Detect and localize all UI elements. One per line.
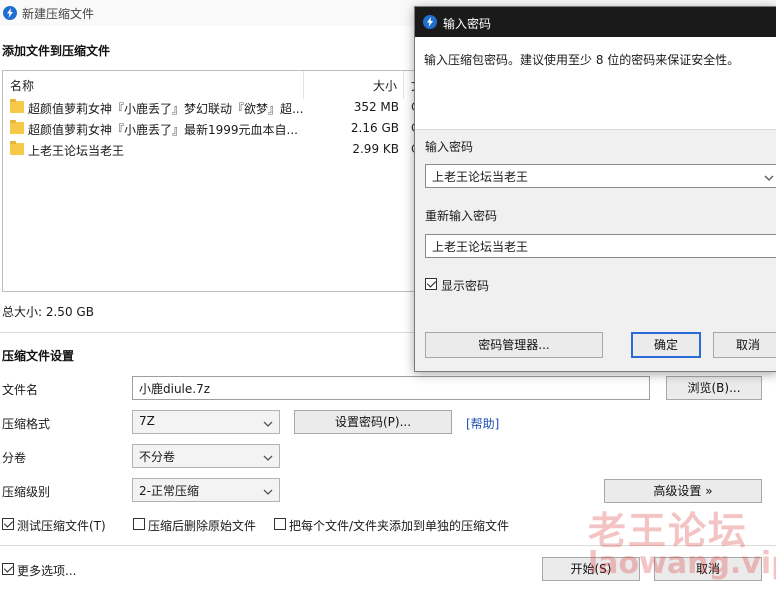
delete-source-label[interactable]: 压缩后删除原始文件: [148, 517, 256, 534]
file-row[interactable]: 超颜值萝莉女神『小鹿丢了』梦幻联动『欲梦』超... 352 MB C: [3, 97, 423, 119]
enter-password-input[interactable]: 上老王论坛当老王: [425, 164, 776, 188]
set-password-button[interactable]: 设置密码(P)...: [294, 410, 452, 434]
column-header-size[interactable]: 大小: [373, 77, 397, 94]
app-icon: [3, 6, 17, 20]
main-window-title: 新建压缩文件: [22, 7, 95, 21]
format-label: 压缩格式: [2, 417, 51, 431]
more-options-checkbox[interactable]: [2, 563, 14, 575]
file-name: 超颜值萝莉女神『小鹿丢了』梦幻联动『欲梦』超...: [28, 102, 304, 116]
chevron-down-icon: [263, 451, 273, 465]
split-select-value: 不分卷: [139, 450, 176, 464]
help-link[interactable]: [帮助]: [466, 415, 499, 432]
divider: [415, 129, 776, 130]
file-row[interactable]: 超颜值萝莉女神『小鹿丢了』最新1999元血本自... 2.16 GB C: [3, 118, 423, 140]
reenter-password-input[interactable]: 上老王论坛当老王: [425, 234, 776, 258]
test-archive-checkbox[interactable]: [2, 518, 14, 530]
app-icon: [423, 15, 437, 29]
file-size: 2.16 GB: [350, 121, 399, 135]
file-size: 352 MB: [353, 100, 399, 114]
enter-password-value: 上老王论坛当老王: [432, 170, 529, 184]
dialog-description-panel: 输入压缩包密码。建议使用至少 8 位的密码来保证安全性。: [415, 37, 776, 129]
password-dialog: 输入密码 输入压缩包密码。建议使用至少 8 位的密码来保证安全性。 输入密码 上…: [414, 6, 776, 372]
file-name: 超颜值萝莉女神『小鹿丢了』最新1999元血本自...: [28, 123, 298, 137]
more-options-label[interactable]: 更多选项...: [17, 562, 76, 579]
browse-button[interactable]: 浏览(B)...: [666, 376, 762, 400]
dialog-description: 输入压缩包密码。建议使用至少 8 位的密码来保证安全性。: [424, 53, 740, 67]
format-select[interactable]: 7Z: [132, 410, 280, 434]
test-archive-label[interactable]: 测试压缩文件(T): [17, 517, 106, 534]
folder-icon: [10, 141, 24, 155]
show-password-label[interactable]: 显示密码: [441, 277, 489, 294]
filename-label: 文件名: [2, 383, 39, 397]
folder-icon: [10, 99, 24, 113]
level-select[interactable]: 2-正常压缩: [132, 478, 280, 502]
chevron-down-icon: [263, 417, 273, 431]
dialog-title: 输入密码: [443, 17, 492, 31]
filename-input[interactable]: 小鹿diule.7z: [132, 376, 650, 400]
enter-password-label: 输入密码: [425, 140, 474, 154]
file-list[interactable]: 名称 大小 文 超颜值萝莉女神『小鹿丢了』梦幻联动『欲梦』超... 352 MB…: [2, 70, 424, 292]
split-select[interactable]: 不分卷: [132, 444, 280, 468]
file-size: 2.99 KB: [352, 142, 399, 156]
delete-source-checkbox[interactable]: [133, 518, 145, 530]
split-label: 分卷: [2, 451, 27, 465]
settings-section-title: 压缩文件设置: [2, 349, 75, 363]
watermark-url: laowang.vip: [588, 546, 776, 581]
file-name: 上老王论坛当老王: [28, 144, 125, 158]
show-password-checkbox[interactable]: [425, 278, 437, 290]
chevron-down-icon[interactable]: [764, 171, 774, 185]
level-label: 压缩级别: [2, 485, 51, 499]
dialog-title-bar[interactable]: 输入密码: [415, 7, 776, 37]
dialog-cancel-button[interactable]: 取消: [713, 332, 776, 358]
chevron-down-icon: [263, 485, 273, 499]
total-size-text: 总大小: 2.50 GB: [2, 305, 94, 319]
level-select-value: 2-正常压缩: [139, 484, 199, 498]
format-select-value: 7Z: [139, 414, 155, 428]
separate-archives-checkbox[interactable]: [274, 518, 286, 530]
ok-button[interactable]: 确定: [631, 332, 701, 358]
separate-archives-label[interactable]: 把每个文件/文件夹添加到单独的压缩文件: [289, 517, 509, 534]
column-separator[interactable]: [303, 71, 304, 99]
column-separator[interactable]: [403, 71, 404, 99]
add-files-section-title: 添加文件到压缩文件: [2, 44, 111, 58]
file-row[interactable]: 上老王论坛当老王 2.99 KB C: [3, 139, 423, 161]
folder-icon: [10, 120, 24, 134]
password-manager-button[interactable]: 密码管理器...: [425, 332, 603, 358]
column-header-name[interactable]: 名称: [10, 77, 34, 94]
reenter-password-label: 重新输入密码: [425, 209, 498, 223]
